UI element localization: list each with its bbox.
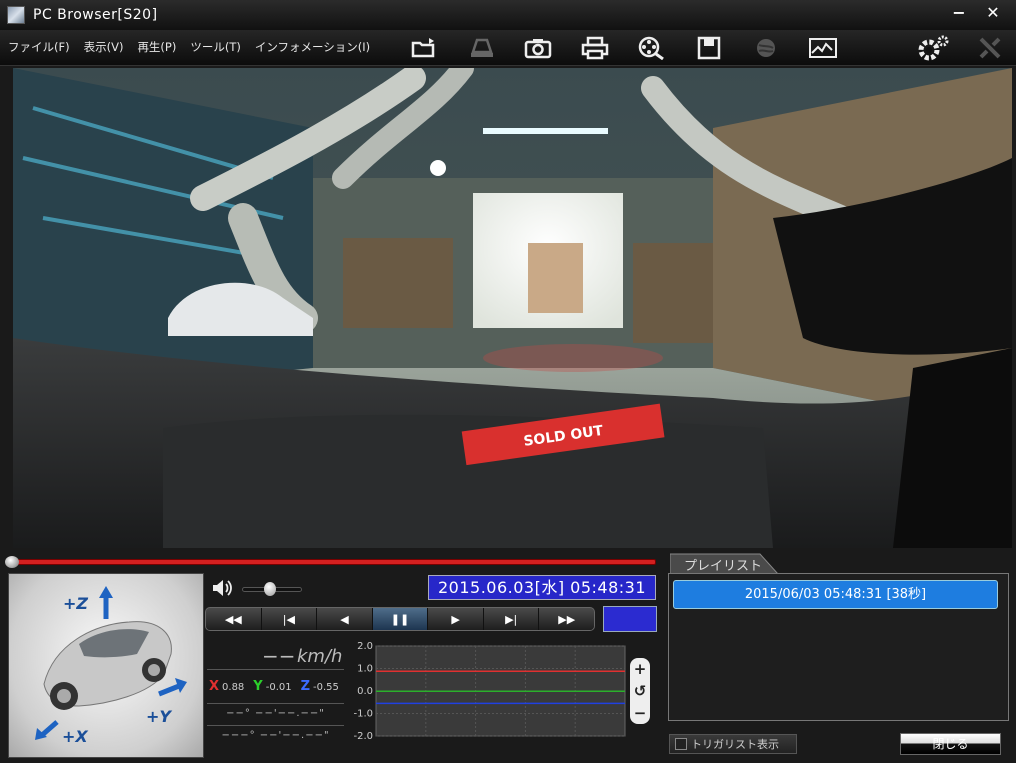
app-window: PC Browser[S20] − ✕ ファイル(F) 表示(V) 再生(P) … <box>0 0 1016 763</box>
seek-bar[interactable] <box>5 556 658 568</box>
datetime-display: 2015.06.03[水] 05:48:31 <box>428 575 656 600</box>
video-image: SOLD OUT <box>13 68 1012 548</box>
eject-icon <box>452 34 509 62</box>
playlist-panel: 2015/06/03 05:48:31 [38秒] <box>668 573 1009 721</box>
map-icon[interactable] <box>794 34 851 62</box>
g-sensor-panel: +Z +Y +X <box>8 573 204 758</box>
volume-slider[interactable] <box>242 582 302 596</box>
reverse-play-button[interactable]: ◀ <box>317 608 373 630</box>
longitude: −−−° −−'−−.−−" <box>221 730 330 741</box>
y-tick-label: -2.0 <box>353 731 373 740</box>
zoom-in-button[interactable]: + <box>634 661 647 677</box>
y-tick-label: 0.0 <box>357 686 373 697</box>
print-icon[interactable] <box>566 34 623 62</box>
minimize-button[interactable]: − <box>944 3 974 25</box>
playlist-item[interactable]: 2015/06/03 05:48:31 [38秒] <box>673 580 998 609</box>
video-frame[interactable]: SOLD OUT <box>13 68 1012 548</box>
globe-icon <box>737 34 794 62</box>
z-label: Z <box>300 679 311 694</box>
y-label: Y <box>253 679 263 694</box>
save-icon[interactable] <box>680 34 737 62</box>
y-tick-label: 1.0 <box>357 664 373 675</box>
play-button[interactable]: ▶ <box>428 608 484 630</box>
film-reel-search-icon[interactable] <box>623 34 680 62</box>
settings-gear-icon[interactable] <box>913 34 953 62</box>
g-values: X 0.88 Y -0.01 Z -0.55 <box>209 679 339 694</box>
playlist-tab-label: プレイリスト <box>684 559 763 574</box>
menu-play[interactable]: 再生(P) <box>137 39 176 55</box>
divider <box>207 725 344 726</box>
x-label: X <box>209 679 220 694</box>
title-bar: PC Browser[S20] − ✕ <box>0 0 1016 30</box>
menu-file[interactable]: ファイル(F) <box>8 39 70 55</box>
speaker-icon[interactable] <box>211 578 233 598</box>
trigger-label: トリガリスト表示 <box>691 738 779 751</box>
y-tick-label: 2.0 <box>357 641 373 652</box>
menu-tools[interactable]: ツール(T) <box>190 39 241 55</box>
divider <box>207 703 344 704</box>
pause-button[interactable]: ❚❚ <box>372 608 429 630</box>
toolbar: ファイル(F) 表示(V) 再生(P) ツール(T) インフォメーション(I) <box>0 30 1016 66</box>
close-window-button[interactable]: ✕ <box>978 3 1008 25</box>
y-value: -0.01 <box>265 682 292 693</box>
fast-rewind-button[interactable]: ◀◀ <box>206 608 262 630</box>
open-folder-icon[interactable] <box>395 34 452 62</box>
menu-information[interactable]: インフォメーション(I) <box>255 39 370 55</box>
tools-disabled-icon <box>972 34 1008 62</box>
next-button[interactable]: ▶| <box>483 608 540 630</box>
speed-unit: km/h <box>297 646 343 667</box>
speed-display: −− km/h <box>207 640 344 670</box>
trigger-list-toggle[interactable]: トリガリスト表示 <box>669 734 797 754</box>
camera-icon[interactable] <box>509 34 566 62</box>
y-tick-label: -1.0 <box>353 709 373 720</box>
x-axis-label: +X <box>62 727 88 746</box>
trigger-checkbox[interactable] <box>675 738 687 750</box>
g-sensor-graph: 2.0 1.0 0.0 -1.0 -2.0 <box>353 641 626 740</box>
speed-value: −− <box>262 644 296 668</box>
z-value: -0.55 <box>313 682 339 693</box>
seek-track[interactable] <box>13 559 656 565</box>
z-axis-label: +Z <box>63 594 89 613</box>
marker-color-box[interactable] <box>603 606 657 632</box>
latitude: −−° −−'−−.−−" <box>226 708 325 719</box>
car-3d-icon <box>35 586 187 740</box>
seek-handle[interactable] <box>5 556 19 568</box>
transport-controls: ◀◀ |◀ ◀ ❚❚ ▶ ▶| ▶▶ <box>205 607 595 631</box>
previous-button[interactable]: |◀ <box>261 608 318 630</box>
close-button[interactable]: 閉じる <box>900 733 1001 755</box>
fast-forward-button[interactable]: ▶▶ <box>539 608 594 630</box>
x-value: 0.88 <box>222 682 245 693</box>
menu-view[interactable]: 表示(V) <box>84 39 124 55</box>
y-axis-label: +Y <box>146 707 171 726</box>
volume-handle[interactable] <box>264 582 276 596</box>
zoom-reset-button[interactable]: ↺ <box>634 683 647 699</box>
app-icon <box>7 6 25 24</box>
graph-zoom-controls: + ↺ − <box>630 658 650 724</box>
window-title: PC Browser[S20] <box>33 7 158 23</box>
zoom-out-button[interactable]: − <box>634 705 647 721</box>
menu-bar: ファイル(F) 表示(V) 再生(P) ツール(T) インフォメーション(I) <box>8 39 370 55</box>
